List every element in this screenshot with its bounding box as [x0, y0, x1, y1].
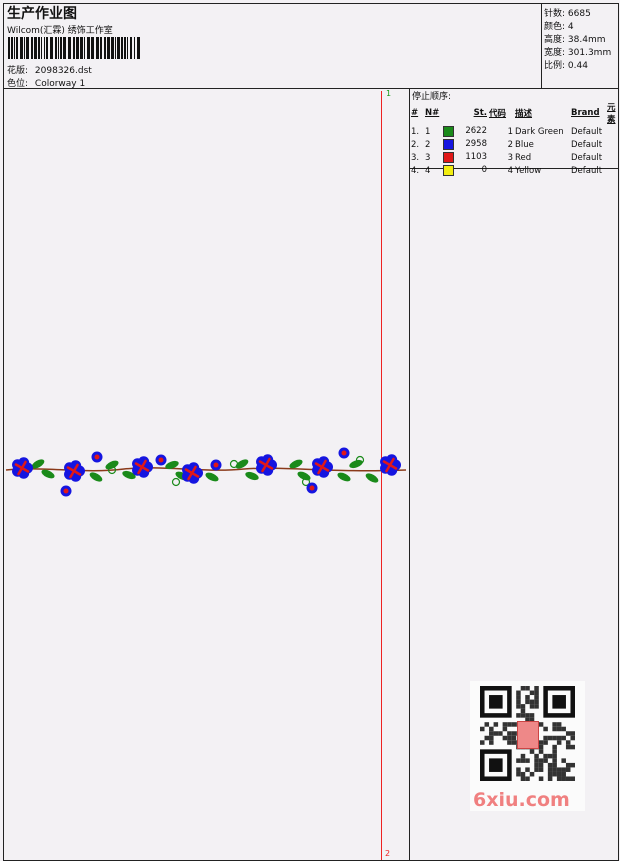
stitch-count: 2622	[465, 126, 487, 136]
row-description: Red	[515, 152, 532, 163]
stat-value: 6685	[567, 9, 591, 19]
flower	[182, 462, 203, 484]
row-brand: Default	[571, 139, 603, 150]
row-needle: 1	[425, 126, 431, 137]
stat-label: 比例:	[544, 61, 566, 71]
flower	[256, 454, 277, 476]
flower	[12, 457, 33, 479]
row-code: 3	[507, 152, 513, 163]
colorway-value: Colorway 1	[34, 79, 86, 89]
leaf	[89, 472, 103, 482]
stat-stitches: 针数: 6685	[544, 6, 591, 19]
color-swatch	[443, 126, 454, 137]
stat-height: 高度: 38.4mm	[544, 32, 606, 45]
flowers	[12, 447, 401, 497]
row-description: Dark Green	[515, 126, 564, 137]
colorway: 色位: Colorway 1	[7, 76, 85, 89]
row-code: 2	[507, 139, 513, 150]
tendril	[171, 477, 181, 487]
flower	[380, 454, 401, 476]
col-index: #	[411, 108, 419, 118]
row-element	[606, 138, 618, 151]
small-flower	[60, 485, 72, 497]
leaf	[245, 471, 259, 481]
leaf	[205, 472, 219, 482]
row-description: Blue	[515, 139, 534, 150]
col-element: 元素	[607, 103, 616, 125]
stat-label: 针数:	[544, 9, 566, 19]
table-row: 1. 1 2622 1 Dark Green Default	[410, 125, 618, 138]
small-flower	[306, 482, 318, 494]
stat-colors: 颜色: 4	[544, 19, 574, 32]
table-row: 2. 2 2958 2 Blue Default	[410, 138, 618, 151]
col-code: 代码	[489, 109, 507, 119]
design-value: 2098326.dst	[34, 66, 92, 76]
embroidery-design	[5, 447, 407, 497]
stat-label: 颜色:	[544, 22, 566, 32]
table-row: 3. 3 1103 3 Red Default	[410, 151, 618, 164]
row-stitches: 1103	[442, 151, 488, 164]
stat-label: 宽度:	[544, 48, 566, 58]
colorway-label: 色位:	[7, 79, 29, 89]
col-stitches: St.	[473, 108, 487, 118]
qr-seal-icon	[517, 721, 539, 749]
watermark: 6xiu.com	[473, 789, 570, 811]
col-description: 描述	[515, 109, 533, 119]
flower	[312, 456, 333, 478]
end-marker: 2	[385, 849, 391, 858]
design-file: 花版: 2098326.dst	[7, 63, 92, 76]
row-index: 1.	[411, 126, 420, 137]
col-needle: N#	[425, 108, 440, 118]
row-code: 4	[507, 165, 513, 176]
color-swatch	[443, 165, 454, 176]
small-flower	[210, 459, 222, 471]
stat-value: 4	[567, 22, 574, 32]
color-swatch	[443, 139, 454, 150]
row-needle: 3	[425, 152, 431, 163]
leaf	[337, 472, 351, 482]
flower	[64, 460, 85, 482]
table-header-row: # N# St. 代码 描述 Brand 元素	[410, 101, 618, 125]
company-name: Wilcom(汇霖) 绣饰工作室	[7, 26, 113, 36]
row-stitches: 2958	[442, 138, 488, 151]
row-stitches: 0	[442, 164, 488, 177]
stat-value: 0.44	[567, 61, 588, 71]
color-table: # N# St. 代码 描述 Brand 元素 1. 1 2622 1 Dark…	[410, 101, 618, 177]
row-brand: Default	[571, 126, 603, 137]
row-element	[606, 151, 618, 164]
stitch-count: 2958	[465, 139, 487, 149]
small-flower	[338, 447, 350, 459]
stat-scale: 比例: 0.44	[544, 58, 588, 71]
row-element	[606, 164, 618, 177]
small-flower	[91, 451, 103, 463]
stitch-count: 1103	[465, 152, 487, 162]
row-needle: 4	[425, 165, 431, 176]
color-swatch	[443, 152, 454, 163]
row-code: 1	[507, 126, 513, 137]
row-needle: 2	[425, 139, 431, 150]
row-index: 2.	[411, 139, 420, 150]
row-index: 4.	[411, 165, 420, 176]
stat-width: 宽度: 301.3mm	[544, 45, 611, 58]
stat-value: 301.3mm	[567, 48, 612, 58]
tendril	[229, 459, 239, 469]
row-brand: Default	[571, 165, 603, 176]
page-title: 生产作业图	[7, 6, 77, 22]
stat-label: 高度:	[544, 35, 566, 45]
leaf	[365, 473, 379, 483]
row-index: 3.	[411, 152, 420, 163]
row-brand: Default	[571, 152, 603, 163]
flower	[132, 456, 153, 478]
start-marker: 1	[386, 89, 392, 98]
col-brand: Brand	[571, 108, 600, 118]
table-row: 4. 4 0 4 Yellow Default	[410, 164, 618, 177]
row-description: Yellow	[515, 165, 542, 176]
stat-value: 38.4mm	[567, 35, 606, 45]
stitch-count: 0	[481, 165, 487, 175]
barcode	[8, 37, 140, 59]
row-element	[606, 125, 618, 138]
row-stitches: 2622	[442, 125, 488, 138]
design-label: 花版:	[7, 66, 29, 76]
small-flower	[155, 454, 167, 466]
